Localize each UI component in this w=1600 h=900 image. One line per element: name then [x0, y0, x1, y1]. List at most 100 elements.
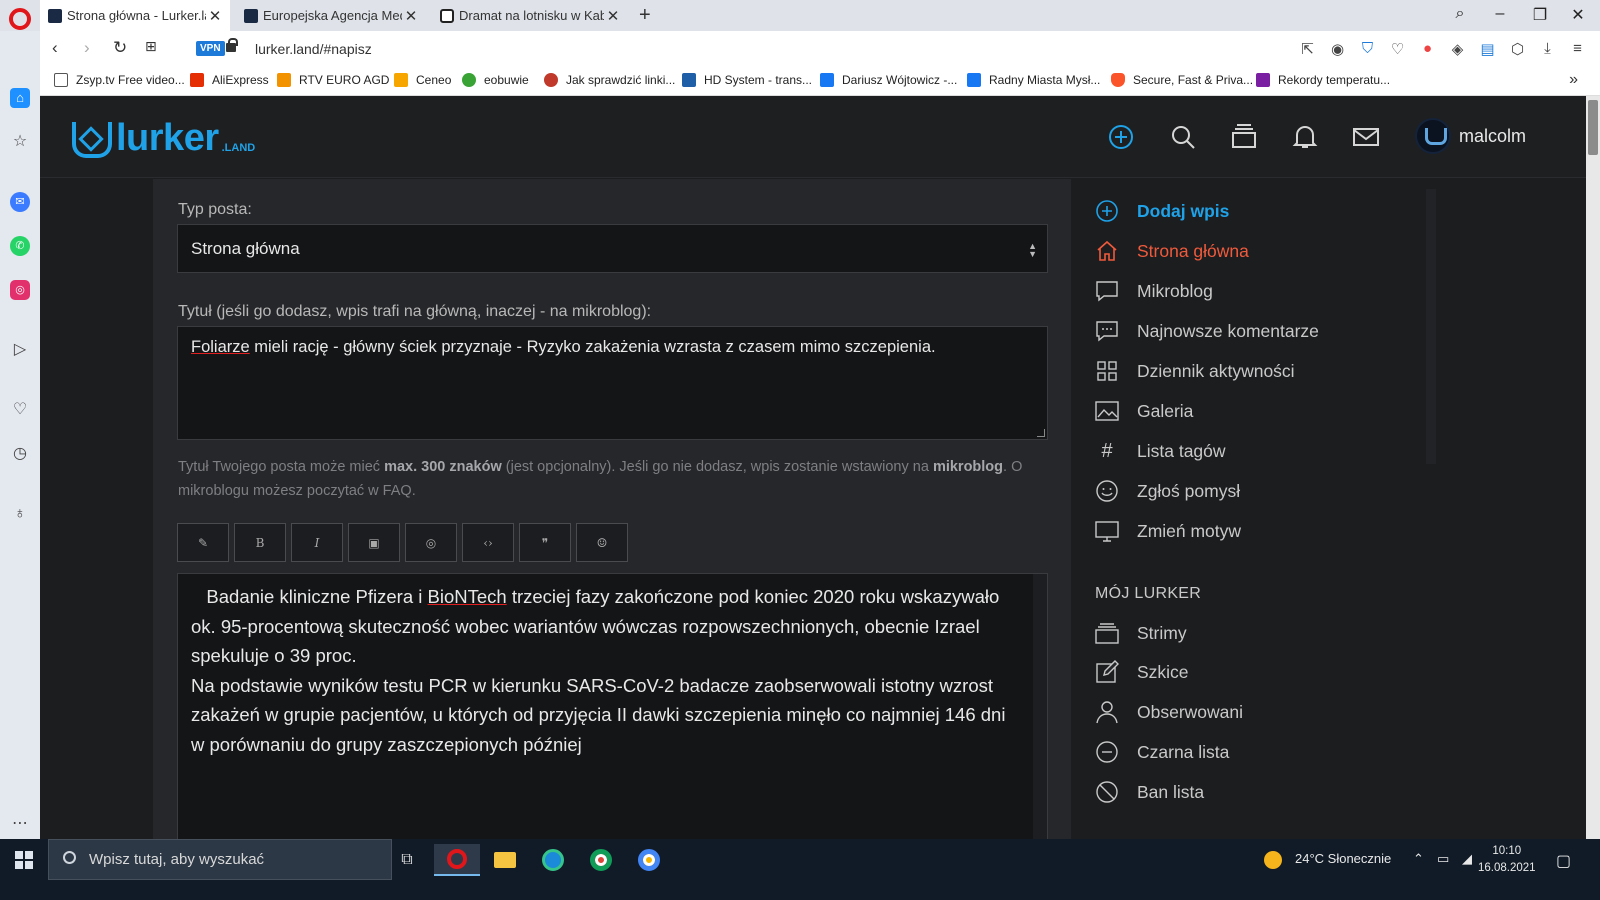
url-field[interactable]: lurker.land/#napisz — [255, 41, 372, 57]
messenger-icon[interactable]: ✉ — [10, 192, 30, 212]
cube-icon[interactable]: ⬡ — [1509, 40, 1526, 58]
extension-red-icon[interactable]: ● — [1419, 40, 1436, 58]
mail-icon[interactable] — [1353, 124, 1379, 150]
more-icon[interactable]: ⋯ — [10, 814, 30, 834]
strims-icon[interactable] — [1231, 124, 1257, 150]
bookmark-zsyp[interactable]: Zsyp.tv Free video... — [54, 73, 185, 87]
bookmark-aliexpress[interactable]: AliExpress — [190, 73, 269, 87]
pencil-button[interactable]: ✎ — [177, 523, 229, 562]
shield-icon[interactable]: ⛉ — [1359, 40, 1376, 58]
chrome-alt-icon[interactable] — [626, 844, 672, 876]
resize-grip-icon[interactable] — [1037, 429, 1045, 437]
menu-item-banlist[interactable]: Ban lista — [1095, 780, 1204, 804]
tab-kabul[interactable]: Dramat na lotnisku w Kabulu ✕ — [432, 0, 628, 31]
emoji-button[interactable]: ☺ — [576, 523, 628, 562]
search-icon[interactable] — [1170, 124, 1196, 150]
add-post-icon[interactable] — [1108, 124, 1134, 150]
notifications-icon[interactable]: ▢ — [1556, 851, 1571, 871]
weather-sun-icon[interactable] — [1264, 851, 1282, 869]
star-icon[interactable]: ☆ — [10, 132, 30, 152]
opera-logo-icon[interactable] — [9, 8, 31, 30]
lock-icon[interactable] — [226, 38, 238, 52]
menu-item-followed[interactable]: Obserwowani — [1095, 700, 1243, 724]
bookmark-eobuwie[interactable]: eobuwie — [462, 73, 529, 87]
menu-item-drafts[interactable]: Szkice — [1095, 660, 1189, 684]
opera-taskbar-icon[interactable] — [434, 844, 480, 876]
close-tab-icon[interactable]: ✕ — [402, 7, 420, 25]
edge-icon[interactable] — [530, 844, 576, 876]
menu-item-activity[interactable]: Dziennik aktywności — [1095, 359, 1295, 383]
battery-icon[interactable]: ▭ — [1437, 851, 1449, 867]
bookmark-secure[interactable]: Secure, Fast & Priva... — [1111, 73, 1253, 87]
close-tab-icon[interactable]: ✕ — [206, 7, 224, 25]
heart-icon[interactable]: ♡ — [10, 400, 30, 420]
bookmark-linki[interactable]: Jak sprawdzić linki... — [544, 73, 675, 87]
network-icon[interactable]: ◢ — [1462, 851, 1472, 867]
menu-item-home[interactable]: Strona główna — [1095, 239, 1249, 263]
bold-button[interactable]: B — [234, 523, 286, 562]
menu-scrollbar[interactable] — [1426, 189, 1436, 464]
windows-start-icon[interactable] — [15, 851, 33, 869]
camera-icon[interactable]: ◉ — [1329, 40, 1346, 58]
quote-button[interactable]: ❞ — [519, 523, 571, 562]
tabs-grid-icon[interactable]: ⊞ — [145, 38, 157, 55]
lurker-logo[interactable]: lurker .LAND — [70, 118, 255, 158]
taskbar-search-input[interactable]: Wpisz tutaj, aby wyszukać — [48, 839, 392, 880]
menu-item-theme[interactable]: Zmień motyw — [1095, 519, 1241, 543]
tab-lurker[interactable]: Strona główna - Lurker.land ✕ — [40, 0, 230, 31]
heart-icon[interactable]: ♡ — [1389, 40, 1406, 58]
weather-text[interactable]: 24°C Słonecznie — [1295, 851, 1391, 866]
page-scrollbar[interactable] — [1586, 96, 1600, 839]
user-menu[interactable]: malcolm — [1415, 118, 1526, 154]
translate-icon[interactable]: ▤ — [1479, 40, 1496, 58]
share-icon[interactable]: ⇱ — [1299, 40, 1316, 58]
bookmark-wojtowicz[interactable]: Dariusz Wójtowicz -... — [820, 73, 957, 87]
bookmark-radny[interactable]: Radny Miasta Mysł... — [967, 73, 1100, 87]
tab-search-icon[interactable]: ⌕ — [1450, 5, 1470, 23]
tray-chevron-icon[interactable]: ⌃ — [1413, 851, 1424, 867]
bell-icon[interactable] — [1292, 124, 1318, 150]
whatsapp-icon[interactable]: ✆ — [10, 236, 30, 256]
vpn-badge[interactable]: VPN — [196, 41, 225, 56]
file-explorer-icon[interactable] — [482, 844, 528, 876]
menu-item-idea[interactable]: Zgłoś pomysł — [1095, 479, 1240, 503]
new-tab-button[interactable]: + — [639, 4, 651, 27]
menu-item-strims[interactable]: Strimy — [1095, 621, 1187, 645]
menu-item-microblog[interactable]: Mikroblog — [1095, 279, 1213, 303]
close-window-button[interactable]: ✕ — [1568, 5, 1588, 25]
home-icon[interactable]: ⌂ — [10, 88, 30, 108]
title-textarea[interactable]: Foliarze mieli rację - główny ściek przy… — [177, 326, 1048, 440]
bookmark-hd-system[interactable]: HD System - trans... — [682, 73, 812, 87]
image-button[interactable]: ▣ — [348, 523, 400, 562]
menu-item-gallery[interactable]: Galeria — [1095, 399, 1193, 423]
page-scrollbar-thumb[interactable] — [1588, 100, 1598, 155]
italic-button[interactable]: I — [291, 523, 343, 562]
textarea-scrollbar[interactable] — [1033, 574, 1047, 840]
history-icon[interactable]: ◷ — [10, 444, 30, 464]
task-view-icon[interactable]: ⧉ — [384, 844, 430, 876]
spoiler-button[interactable]: ◎ — [405, 523, 457, 562]
bookmark-rtv-euro[interactable]: RTV EURO AGD — [277, 73, 389, 87]
restore-button[interactable]: ❐ — [1530, 5, 1550, 25]
close-tab-icon[interactable]: ✕ — [604, 7, 622, 25]
menu-item-add-post[interactable]: Dodaj wpis — [1095, 199, 1229, 223]
post-type-select[interactable]: Strona główna ▲ ▼ — [177, 224, 1048, 273]
menu-item-comments[interactable]: Najnowsze komentarze — [1095, 319, 1319, 343]
more-bookmarks-icon[interactable]: » — [1569, 71, 1578, 89]
minimize-button[interactable]: – — [1490, 5, 1510, 23]
lightbulb-icon[interactable]: ♁ — [10, 504, 30, 524]
chrome-icon[interactable] — [578, 844, 624, 876]
taskbar-clock[interactable]: 10:10 16.08.2021 — [1478, 843, 1536, 877]
reload-button[interactable]: ↻ — [113, 38, 127, 58]
tab-ema[interactable]: Europejska Agencja Medyczna ✕ — [236, 0, 426, 31]
menu-item-blacklist[interactable]: Czarna lista — [1095, 740, 1229, 764]
extension-icon[interactable]: ◈ — [1449, 40, 1466, 58]
instagram-icon[interactable]: ◎ — [10, 280, 30, 300]
menu-icon[interactable]: ≡ — [1569, 40, 1586, 58]
code-button[interactable]: ‹› — [462, 523, 514, 562]
post-body-textarea[interactable]: Badanie kliniczne Pfizera i BioNTech trz… — [177, 573, 1048, 840]
player-icon[interactable]: ▷ — [10, 340, 30, 360]
bookmark-ceneo[interactable]: Ceneo — [394, 73, 451, 87]
back-button[interactable]: ‹ — [52, 38, 58, 58]
menu-item-tags[interactable]: # Lista tagów — [1095, 439, 1225, 463]
